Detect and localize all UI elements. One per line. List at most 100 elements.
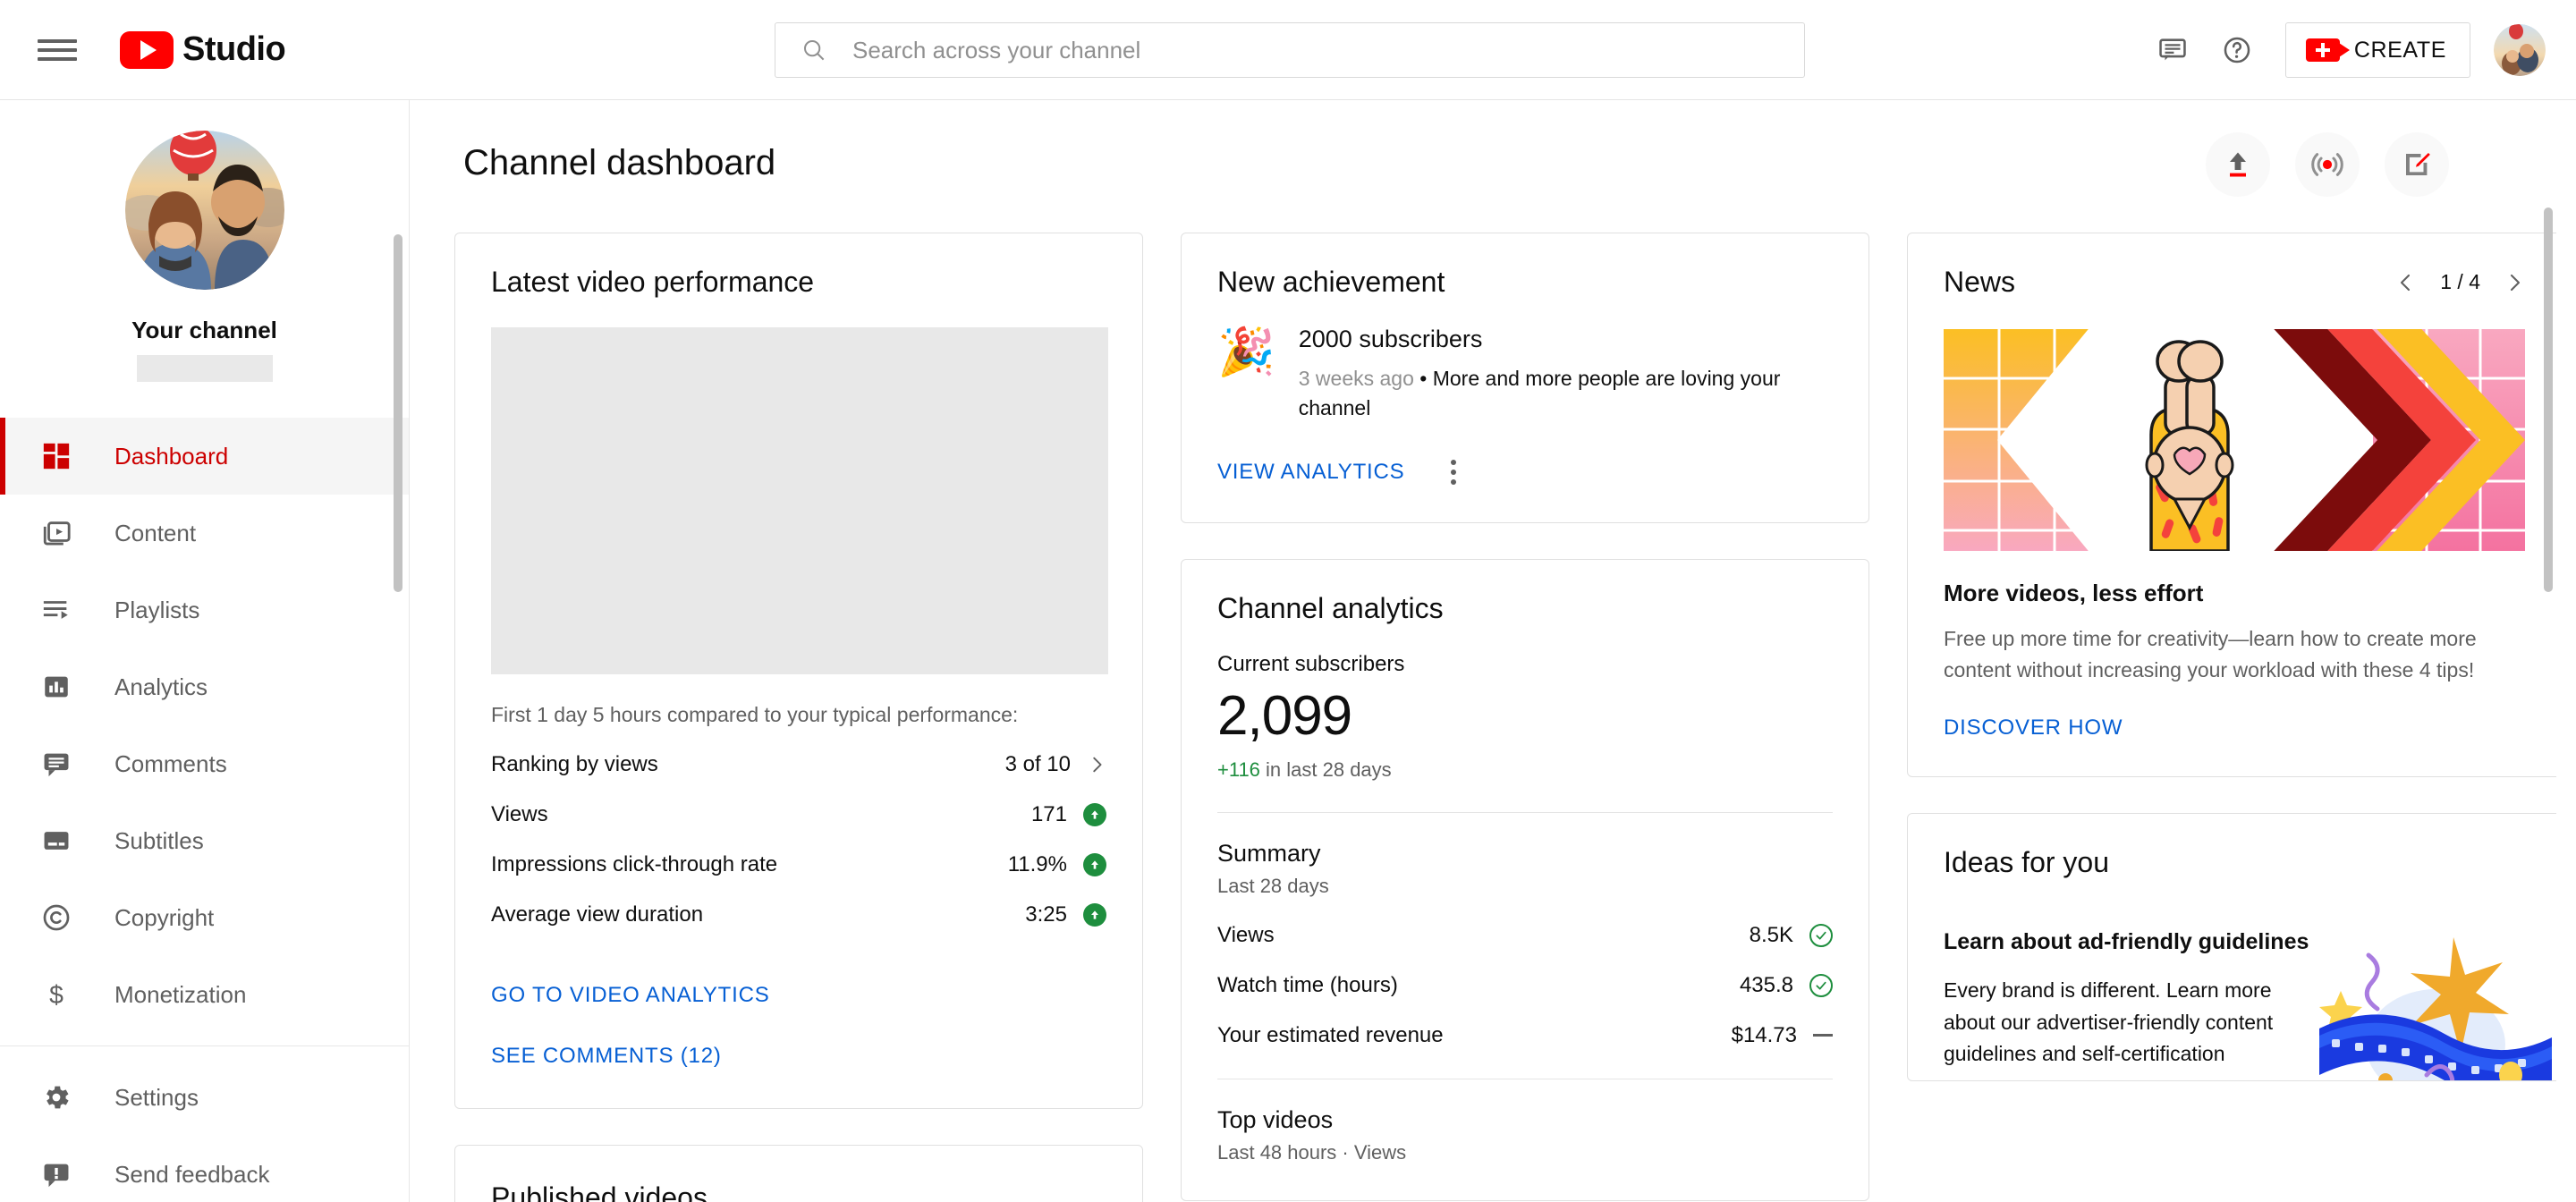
hamburger-menu-icon[interactable] [36,35,79,65]
film-strip-illustration [2319,928,2552,1081]
news-headline: More videos, less effort [1908,580,2556,607]
current-subscribers-label: Current subscribers [1217,652,1833,677]
dashboard-column-left: Latest video performance First 1 day 5 h… [454,233,1143,1202]
search-bar[interactable] [775,22,1805,78]
channel-analytics-card: Channel analytics Current subscribers 2,… [1181,559,1869,1201]
metric-label: Average view duration [491,902,703,927]
achievement-time-ago: 3 weeks ago [1299,367,1414,390]
trend-up-icon [1083,803,1106,826]
sidebar-nav: Dashboard Content Playlis [0,418,409,1202]
analytics-icon [36,666,77,707]
brand-label: Studio [182,30,285,69]
sidebar-item-content[interactable]: Content [0,495,409,571]
sidebar-item-subtitles[interactable]: Subtitles [0,802,409,879]
create-video-icon [2306,38,2340,62]
sidebar-item-monetization[interactable]: $ Monetization [0,956,409,1033]
sidebar-label-copyright: Copyright [114,904,214,932]
discover-how-link[interactable]: DISCOVER HOW [1944,715,2525,741]
sidebar-item-playlists[interactable]: Playlists [0,571,409,648]
youtube-studio-logo[interactable]: Studio [120,30,285,69]
ideas-for-you-card: Ideas for you Learn about ad-friendly gu… [1907,813,2556,1081]
sidebar: Your channel Dashboard [0,100,410,1202]
dashboard-icon [36,436,77,477]
main-scrollbar[interactable] [2544,207,2553,592]
sidebar-label-send-feedback: Send feedback [114,1161,269,1189]
subscriber-count: 2,099 [1217,684,1833,748]
kebab-menu-icon[interactable] [1445,454,1462,490]
summary-value: 435.8 [1740,973,1793,998]
chevron-right-icon [1087,755,1106,775]
party-popper-icon: 🎉 [1217,329,1275,424]
sidebar-label-playlists: Playlists [114,597,199,624]
published-videos-card: Published videos [454,1145,1143,1202]
sidebar-item-send-feedback[interactable]: Send feedback [0,1136,409,1202]
metric-row[interactable]: Ranking by views 3 of 10 [491,752,1106,777]
summary-section: Summary Last 28 days Views 8.5K Watch ti… [1217,813,1833,1048]
sidebar-item-dashboard[interactable]: Dashboard [0,418,409,495]
sidebar-label-analytics: Analytics [114,673,208,701]
video-thumbnail-placeholder[interactable] [491,327,1108,674]
content-icon [36,512,77,554]
top-header: Studio CREATE [0,0,2576,100]
see-comments-link[interactable]: SEE COMMENTS (12) [491,1044,1106,1069]
sidebar-label-dashboard: Dashboard [114,443,228,470]
go-to-video-analytics-link[interactable]: GO TO VIDEO ANALYTICS [491,983,1106,1008]
metric-value: 3:25 [1025,902,1067,927]
sidebar-label-subtitles: Subtitles [114,827,204,855]
feedback-icon[interactable] [2140,18,2205,82]
sidebar-scrollbar[interactable] [394,234,402,592]
header-actions: CREATE [2140,0,2546,100]
upload-video-button[interactable] [2206,132,2270,197]
chevron-right-icon[interactable] [2504,272,2525,293]
sidebar-label-monetization: Monetization [114,981,246,1009]
news-pager: 1 / 4 [2395,270,2525,294]
search-input[interactable] [852,23,1804,77]
copyright-icon [36,897,77,938]
trend-up-icon [1083,903,1106,927]
send-feedback-icon [36,1154,77,1195]
sidebar-item-comments[interactable]: Comments [0,725,409,802]
trend-up-icon [1083,853,1106,876]
top-videos-subtitle: Last 48 hours · Views [1217,1141,1833,1164]
create-button[interactable]: CREATE [2285,22,2470,78]
dashboard-column-middle: New achievement 🎉 2000 subscribers 3 wee… [1181,233,1869,1202]
latest-video-performance-card: Latest video performance First 1 day 5 h… [454,233,1143,1109]
sidebar-item-copyright[interactable]: Copyright [0,879,409,956]
gear-icon [36,1077,77,1118]
view-analytics-link[interactable]: VIEW ANALYTICS [1217,460,1404,485]
sidebar-divider [0,1045,409,1046]
subscriber-delta-text: in last 28 days [1260,758,1392,781]
check-circle-icon [1809,924,1833,947]
sidebar-item-settings[interactable]: Settings [0,1059,409,1136]
published-videos-title: Published videos [491,1181,1106,1202]
summary-label: Your estimated revenue [1217,1023,1444,1048]
playlists-icon [36,589,77,631]
achievement-headline: 2000 subscribers [1299,326,1833,353]
svg-text:$: $ [49,981,64,1010]
achievement-description: 3 weeks ago • More and more people are l… [1299,364,1833,424]
channel-handle-redacted [137,355,273,382]
summary-row: Your estimated revenue $14.73 [1217,1023,1833,1048]
search-icon [801,37,827,63]
help-icon[interactable] [2205,18,2269,82]
metric-value: 3 of 10 [1005,752,1071,777]
top-videos-section: Top videos Last 48 hours · Views [1217,1079,1833,1200]
new-achievement-card: New achievement 🎉 2000 subscribers 3 wee… [1181,233,1869,523]
metric-row: Impressions click-through rate 11.9% [491,852,1106,877]
create-button-label: CREATE [2354,38,2446,63]
latest-video-title: Latest video performance [491,266,1106,299]
channel-avatar[interactable] [125,131,284,290]
news-illustration[interactable] [1944,329,2525,551]
go-live-button[interactable] [2295,132,2360,197]
metric-label: Ranking by views [491,752,658,777]
create-post-button[interactable] [2385,132,2449,197]
live-icon [2310,148,2344,182]
neutral-dash-icon [1813,1034,1833,1037]
chevron-left-icon[interactable] [2395,272,2417,293]
sidebar-item-analytics[interactable]: Analytics [0,648,409,725]
summary-period: Last 28 days [1217,875,1833,898]
account-avatar[interactable] [2494,24,2546,76]
summary-value: $14.73 [1732,1023,1797,1048]
news-page-indicator: 1 / 4 [2440,270,2480,294]
summary-label: Views [1217,923,1275,948]
